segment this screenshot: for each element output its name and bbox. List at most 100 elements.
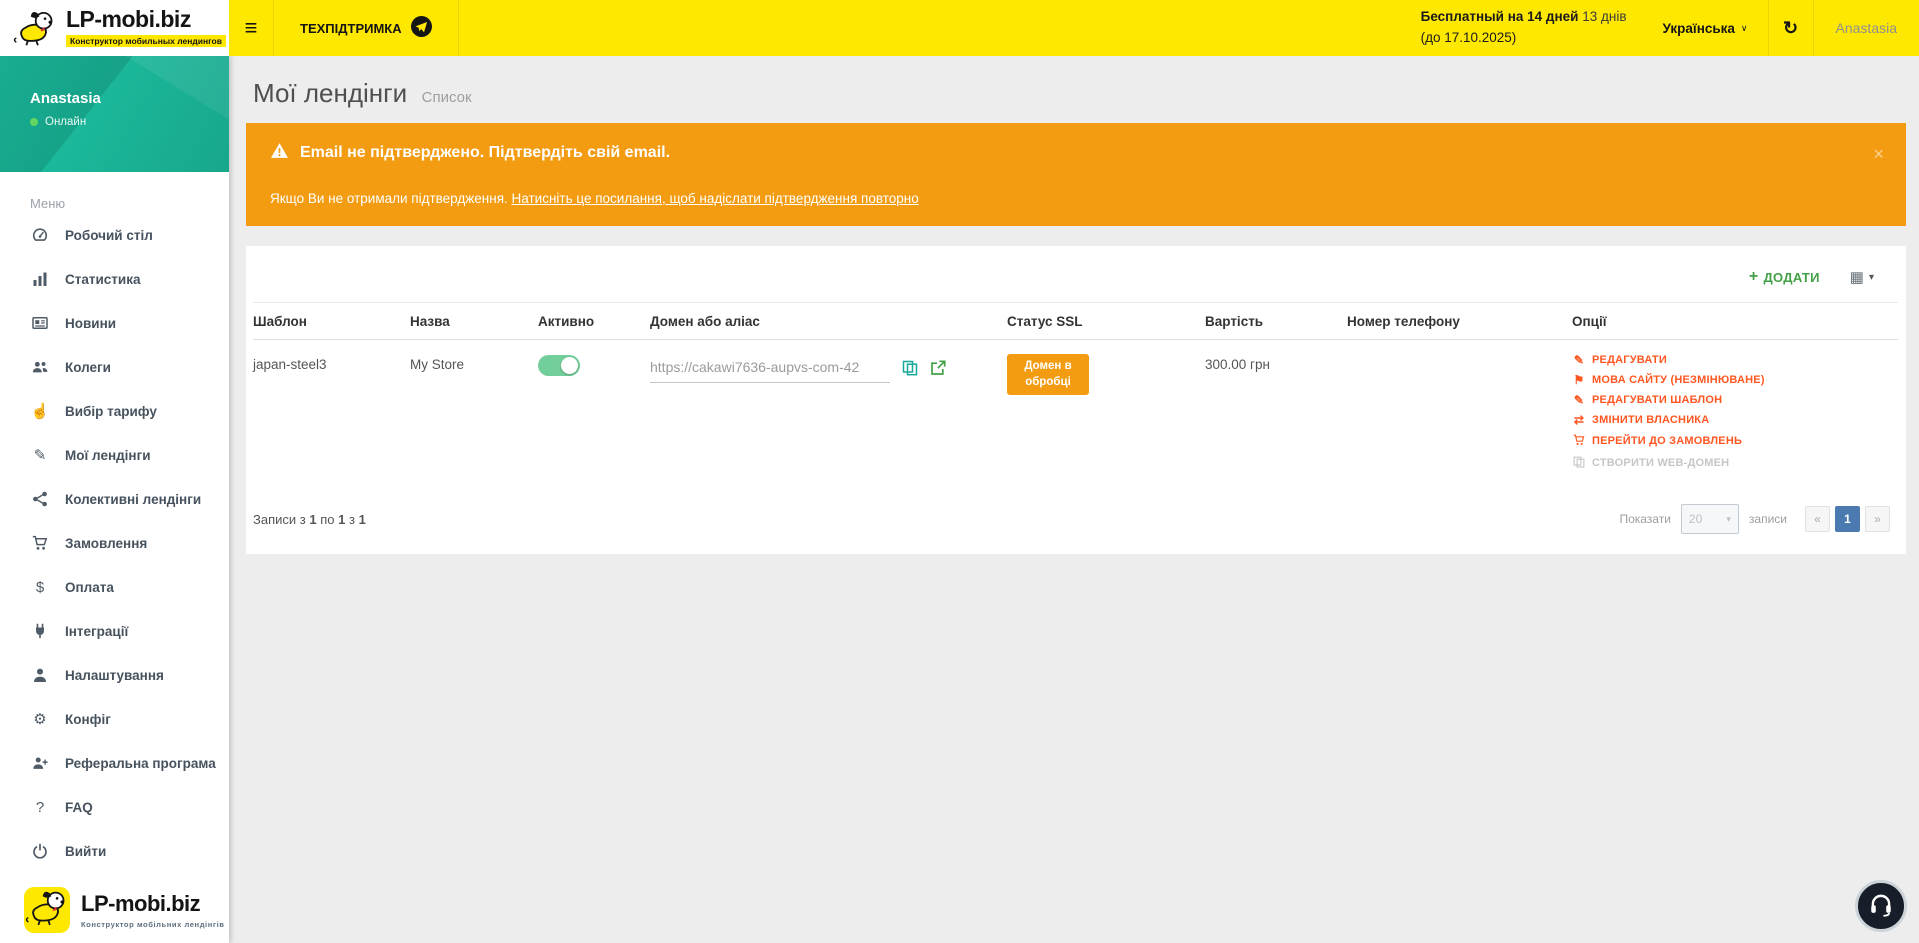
edit-icon: ✎: [1572, 394, 1586, 406]
menu-section-label: Меню: [0, 172, 229, 213]
records-info: Записи з 1 по 1 з 1: [253, 512, 366, 527]
active-toggle[interactable]: [538, 355, 580, 376]
support-label: ТЕХПІДТРИМКА: [300, 21, 402, 36]
page-header: Мої лендінги Список: [229, 56, 1919, 121]
page-size-select[interactable]: 20 ▾: [1681, 504, 1739, 534]
pagination: « 1 »: [1805, 506, 1890, 532]
page-subtitle: Список: [422, 89, 472, 106]
option-link[interactable]: ✎ РЕДАГУВАТИ: [1572, 354, 1892, 366]
options-list: ✎ РЕДАГУВАТИ ⚑ МОВА САЙТУ (НЕЗМІНЮВАНЕ) …: [1572, 354, 1892, 470]
share-icon: [30, 491, 50, 507]
option-link[interactable]: ⇄ ЗМІНИТИ ВЛАСНИКА: [1572, 414, 1892, 426]
sidebar-footer-logo: LP-mobi.biz Конструктор мобільних лендін…: [24, 887, 224, 933]
email-warning-banner: Email не підтверджено. Підтвердіть свій …: [246, 123, 1906, 226]
sidebar-item-orders[interactable]: Замовлення: [0, 521, 229, 565]
page-title: Мої лендінги: [253, 78, 407, 108]
columns-visibility-button[interactable]: ▦ ▾: [1850, 268, 1874, 286]
app-logo-title: LP-mobi.biz: [66, 8, 226, 31]
resend-confirmation-link[interactable]: Натисніть це посилання, щоб надіслати пі…: [512, 191, 919, 206]
refresh-button[interactable]: ↻: [1768, 0, 1814, 56]
ssl-status-badge: Домен в обробці: [1007, 354, 1089, 395]
column-header: Вартість: [1205, 303, 1347, 340]
sidebar-toggle-button[interactable]: ≡: [229, 0, 273, 56]
dog-logo-icon: [24, 889, 70, 931]
close-icon[interactable]: ×: [1873, 145, 1884, 163]
sidebar-item-logout[interactable]: Вийти: [0, 829, 229, 873]
dollar-icon: $: [30, 580, 50, 595]
column-header: Номер телефону: [1347, 303, 1572, 340]
app-logo[interactable]: LP-mobi.biz Конструктор мобильных лендин…: [0, 0, 229, 56]
footer-logo-subtitle: Конструктор мобільних лендінгів: [81, 920, 224, 929]
gears-icon: ⚙: [30, 712, 50, 727]
option-link[interactable]: ✎ РЕДАГУВАТИ ШАБЛОН: [1572, 394, 1892, 406]
pagination-prev-button[interactable]: «: [1805, 506, 1830, 532]
language-selector[interactable]: Українська ∨: [1643, 21, 1768, 36]
column-header: Активно: [538, 303, 650, 340]
alert-message-text: Якщо Ви не отримали підтвердження.: [270, 191, 512, 206]
records-word-label: записи: [1749, 512, 1787, 526]
sidebar-item-news[interactable]: Новини: [0, 301, 229, 345]
refresh-icon: ↻: [1783, 18, 1798, 39]
app-logo-subtitle: Конструктор мобильных лендингов: [66, 35, 226, 47]
table-row: japan-steel3 My Store Домен в обробці 30…: [253, 340, 1898, 479]
sidebar-item-referral[interactable]: Реферальна програма: [0, 741, 229, 785]
cell-phone: [1347, 340, 1572, 479]
option-link: СТВОРИТИ WEB-ДОМЕН: [1572, 456, 1892, 470]
tech-support-button[interactable]: ТЕХПІДТРИМКА: [273, 0, 459, 56]
sidebar-item-statistics[interactable]: Статистика: [0, 257, 229, 301]
caret-down-icon: ▾: [1726, 514, 1731, 525]
column-header: Опції: [1572, 303, 1898, 340]
newspaper-icon: [30, 315, 50, 331]
trial-status: Бесплатный на 14 дней 13 днів (до 17.10.…: [1421, 7, 1643, 49]
column-header: Домен або аліас: [650, 303, 1007, 340]
trial-plan-label: Бесплатный на 14 дней: [1421, 9, 1579, 24]
sidebar-item-collective-landings[interactable]: Колективні лендінги: [0, 477, 229, 521]
sidebar-user-status: Онлайн: [45, 116, 86, 128]
hand-pointer-icon: ☝: [30, 404, 50, 419]
add-landing-button[interactable]: + ДОДАТИ: [1749, 268, 1820, 286]
header-username[interactable]: Anastasia: [1814, 20, 1919, 36]
table-grid-icon: ▦: [1850, 268, 1864, 286]
page-size-label: Показати: [1619, 512, 1670, 526]
hamburger-icon: ≡: [245, 15, 258, 41]
sidebar-item-settings[interactable]: Налаштування: [0, 653, 229, 697]
option-link[interactable]: ПЕРЕЙТИ ДО ЗАМОВЛЕНЬ: [1572, 434, 1892, 448]
bar-chart-icon: [30, 271, 50, 287]
option-link[interactable]: ⚑ МОВА САЙТУ (НЕЗМІНЮВАНЕ): [1572, 374, 1892, 386]
dog-logo-icon: [12, 8, 58, 48]
cell-template: japan-steel3: [253, 340, 410, 479]
pagination-next-button[interactable]: »: [1865, 506, 1890, 532]
sidebar-item-faq[interactable]: ? FAQ: [0, 785, 229, 829]
sidebar-item-integrations[interactable]: Інтеграції: [0, 609, 229, 653]
support-chat-button[interactable]: [1855, 880, 1907, 932]
column-header: Назва: [410, 303, 538, 340]
sidebar-item-colleagues[interactable]: Колеги: [0, 345, 229, 389]
cart-icon: [1572, 434, 1586, 448]
language-icon: ⚑: [1572, 374, 1586, 386]
landings-card: + ДОДАТИ ▦ ▾ ШаблонНазваАктивноДомен або…: [246, 246, 1906, 554]
telegram-icon: [411, 16, 432, 40]
trial-days-left: 13 днів: [1582, 9, 1626, 24]
domain-input[interactable]: [650, 357, 890, 383]
online-status-dot: [30, 118, 38, 126]
sidebar-item-dashboard[interactable]: Робочий стіл: [0, 213, 229, 257]
top-header: LP-mobi.biz Конструктор мобильных лендин…: [0, 0, 1919, 56]
copy-domain-icon[interactable]: [902, 360, 918, 379]
sidebar-item-tariff[interactable]: ☝ Вибір тарифу: [0, 389, 229, 433]
landings-table: ШаблонНазваАктивноДомен або аліасСтатус …: [253, 302, 1898, 478]
sidebar-user-panel: Anastasia Онлайн: [0, 56, 229, 172]
edit-icon: ✎: [1572, 354, 1586, 366]
sidebar-item-config[interactable]: ⚙ Конфіг: [0, 697, 229, 741]
main-content: Мої лендінги Список Email не підтверджен…: [229, 56, 1919, 943]
sidebar-item-my-landings[interactable]: ✎ Мої лендінги: [0, 433, 229, 477]
sidebar: Anastasia Онлайн Меню Робочий стіл Стати…: [0, 56, 229, 943]
pagination-page-1-button[interactable]: 1: [1835, 506, 1860, 532]
cell-name: My Store: [410, 340, 538, 479]
power-icon: [30, 843, 50, 859]
footer-logo-title: LP-mobi.biz: [81, 891, 224, 917]
chevron-down-icon: ∨: [1741, 23, 1748, 34]
sidebar-item-payment[interactable]: $ Оплата: [0, 565, 229, 609]
add-button-label: ДОДАТИ: [1763, 270, 1819, 285]
alert-title-text: Email не підтверджено. Підтвердіть свій …: [300, 144, 670, 162]
open-landing-icon[interactable]: [930, 360, 946, 379]
